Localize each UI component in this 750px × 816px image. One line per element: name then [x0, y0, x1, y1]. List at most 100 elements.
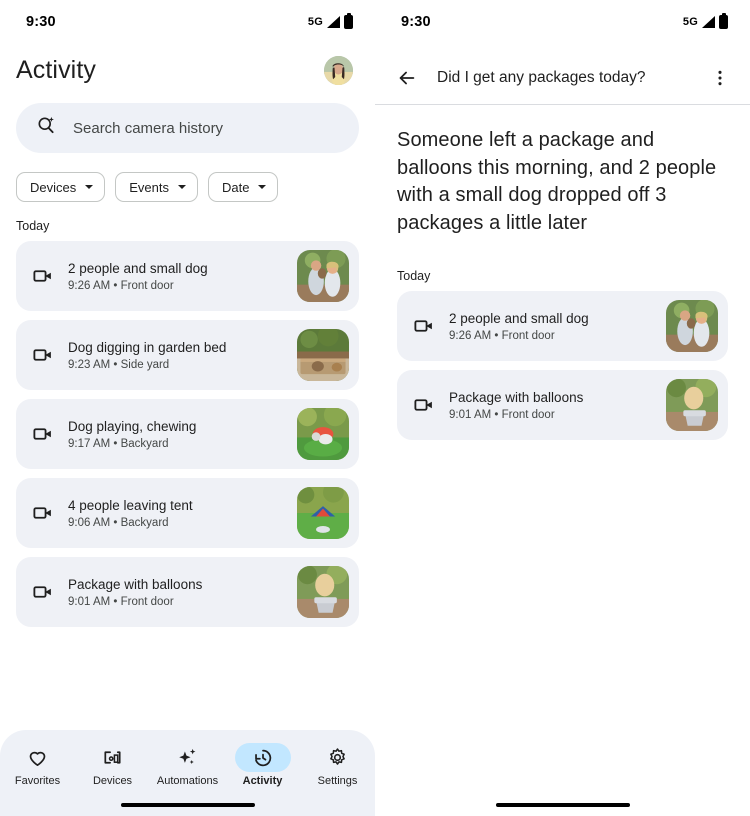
event-title: 2 people and small dog	[68, 260, 208, 276]
filter-chip-label: Devices	[30, 179, 77, 195]
event-subtitle: 9:01 AM • Front door	[68, 596, 174, 609]
back-arrow-icon[interactable]	[395, 66, 419, 90]
event-text: 2 people and small dog 9:26 AM • Front d…	[449, 310, 654, 342]
search-input[interactable]: Search camera history	[73, 120, 223, 137]
event-thumbnail[interactable]	[297, 250, 349, 302]
nav-item-automations[interactable]: Automations	[150, 743, 225, 787]
answer-detail-screen: 9:30 5G Did I get any packages today? So…	[375, 0, 750, 816]
event-thumbnail[interactable]	[666, 379, 718, 432]
event-subtitle: 9:23 AM • Side yard	[68, 359, 170, 372]
app-bar: Did I get any packages today?	[375, 44, 750, 100]
search-bar[interactable]: Search camera history	[16, 103, 359, 153]
home-indicator	[495, 803, 630, 807]
heart-icon	[10, 743, 66, 772]
filter-chip-label: Events	[129, 179, 169, 195]
activity-screen: 9:30 5G Activity Search camera history D…	[0, 0, 375, 816]
video-camera-icon	[30, 500, 56, 526]
event-subtitle: 9:17 AM • Backyard	[68, 438, 169, 451]
event-list-item[interactable]: Package with balloons 9:01 AM • Front do…	[16, 557, 359, 627]
nav-label: Settings	[317, 775, 358, 787]
status-time: 9:30	[26, 14, 56, 30]
sparkles-icon	[160, 743, 216, 772]
answer-text: Someone left a package and balloons this…	[397, 129, 717, 234]
page-title: Activity	[16, 56, 96, 84]
event-subtitle: 9:01 AM • Front door	[449, 409, 555, 422]
video-camera-icon	[30, 263, 56, 289]
network-label: 5G	[682, 16, 698, 28]
event-list-item[interactable]: Dog playing, chewing 9:17 AM • Backyard	[16, 399, 359, 469]
more-vert-icon[interactable]	[708, 66, 732, 90]
filter-chips: Devices Events Date	[0, 153, 375, 202]
ai-search-icon	[36, 115, 57, 141]
event-title: Package with balloons	[449, 390, 584, 406]
filter-chip-date[interactable]: Date	[208, 172, 279, 202]
nav-item-devices[interactable]: Devices	[75, 743, 150, 787]
event-thumbnail[interactable]	[297, 408, 349, 460]
signal-icon	[327, 16, 340, 28]
dual-screenshot: 9:30 5G Activity Search camera history D…	[0, 0, 750, 816]
event-list-item[interactable]: Dog digging in garden bed 9:23 AM • Side…	[16, 320, 359, 390]
event-subtitle: 9:26 AM • Front door	[68, 280, 174, 293]
status-time: 9:30	[401, 14, 431, 30]
filter-chip-events[interactable]: Events	[115, 172, 198, 202]
event-list-item[interactable]: Package with balloons 9:01 AM • Front do…	[397, 370, 728, 441]
event-text: Package with balloons 9:01 AM • Front do…	[68, 576, 285, 608]
event-subtitle: 9:26 AM • Front door	[449, 330, 555, 343]
nav-label: Activity	[242, 775, 283, 787]
event-title: Dog playing, chewing	[68, 418, 197, 434]
section-label-today: Today	[397, 269, 431, 284]
video-camera-icon	[30, 421, 56, 447]
event-list-item[interactable]: 2 people and small dog 9:26 AM • Front d…	[397, 291, 728, 362]
event-list: 2 people and small dog 9:26 AM • Front d…	[0, 241, 375, 627]
event-thumbnail[interactable]	[297, 566, 349, 618]
signal-icon	[702, 16, 715, 28]
history-icon	[234, 743, 291, 772]
battery-icon	[344, 12, 353, 29]
chevron-down-icon	[178, 185, 186, 189]
event-thumbnail[interactable]	[297, 329, 349, 381]
event-subtitle: 9:06 AM • Backyard	[68, 517, 169, 530]
nav-item-favorites[interactable]: Favorites	[0, 743, 75, 787]
event-text: 2 people and small dog 9:26 AM • Front d…	[68, 260, 285, 292]
devices-icon	[85, 743, 141, 772]
video-camera-icon	[411, 392, 437, 418]
status-icons: 5G	[307, 12, 353, 29]
query-title: Did I get any packages today?	[437, 69, 646, 86]
event-list-item[interactable]: 2 people and small dog 9:26 AM • Front d…	[16, 241, 359, 311]
event-text: Dog playing, chewing 9:17 AM • Backyard	[68, 418, 285, 450]
chevron-down-icon	[258, 185, 267, 189]
avatar[interactable]	[324, 56, 353, 85]
event-text: Dog digging in garden bed 9:23 AM • Side…	[68, 339, 285, 371]
related-event-list: 2 people and small dog 9:26 AM • Front d…	[375, 291, 750, 441]
event-list-item[interactable]: 4 people leaving tent 9:06 AM • Backyard	[16, 478, 359, 548]
status-bar: 9:30 5G	[375, 0, 750, 44]
gear-icon	[310, 743, 366, 772]
video-camera-icon	[411, 313, 437, 339]
chevron-down-icon	[85, 185, 94, 189]
event-title: Package with balloons	[68, 576, 203, 592]
bottom-navigation: Favorites Devices Automations Activity S…	[0, 730, 375, 816]
event-title: 2 people and small dog	[449, 311, 589, 327]
home-indicator	[120, 803, 255, 807]
nav-label: Favorites	[14, 775, 61, 787]
battery-icon	[719, 12, 728, 29]
nav-label: Automations	[156, 775, 219, 787]
event-text: 4 people leaving tent 9:06 AM • Backyard	[68, 497, 285, 529]
page-header: Activity	[0, 44, 375, 93]
nav-item-settings[interactable]: Settings	[300, 743, 375, 787]
filter-chip-label: Date	[222, 179, 250, 195]
event-title: Dog digging in garden bed	[68, 339, 227, 355]
event-thumbnail[interactable]	[666, 300, 718, 353]
section-label-today: Today	[16, 219, 50, 233]
video-camera-icon	[30, 342, 56, 368]
event-text: Package with balloons 9:01 AM • Front do…	[449, 389, 654, 421]
filter-chip-devices[interactable]: Devices	[16, 172, 106, 202]
event-title: 4 people leaving tent	[68, 497, 193, 513]
network-label: 5G	[307, 16, 323, 28]
nav-label: Devices	[92, 775, 133, 787]
event-thumbnail[interactable]	[297, 487, 349, 539]
nav-item-activity[interactable]: Activity	[225, 743, 300, 787]
status-icons: 5G	[682, 12, 728, 29]
video-camera-icon	[30, 579, 56, 605]
status-bar: 9:30 5G	[0, 0, 375, 44]
